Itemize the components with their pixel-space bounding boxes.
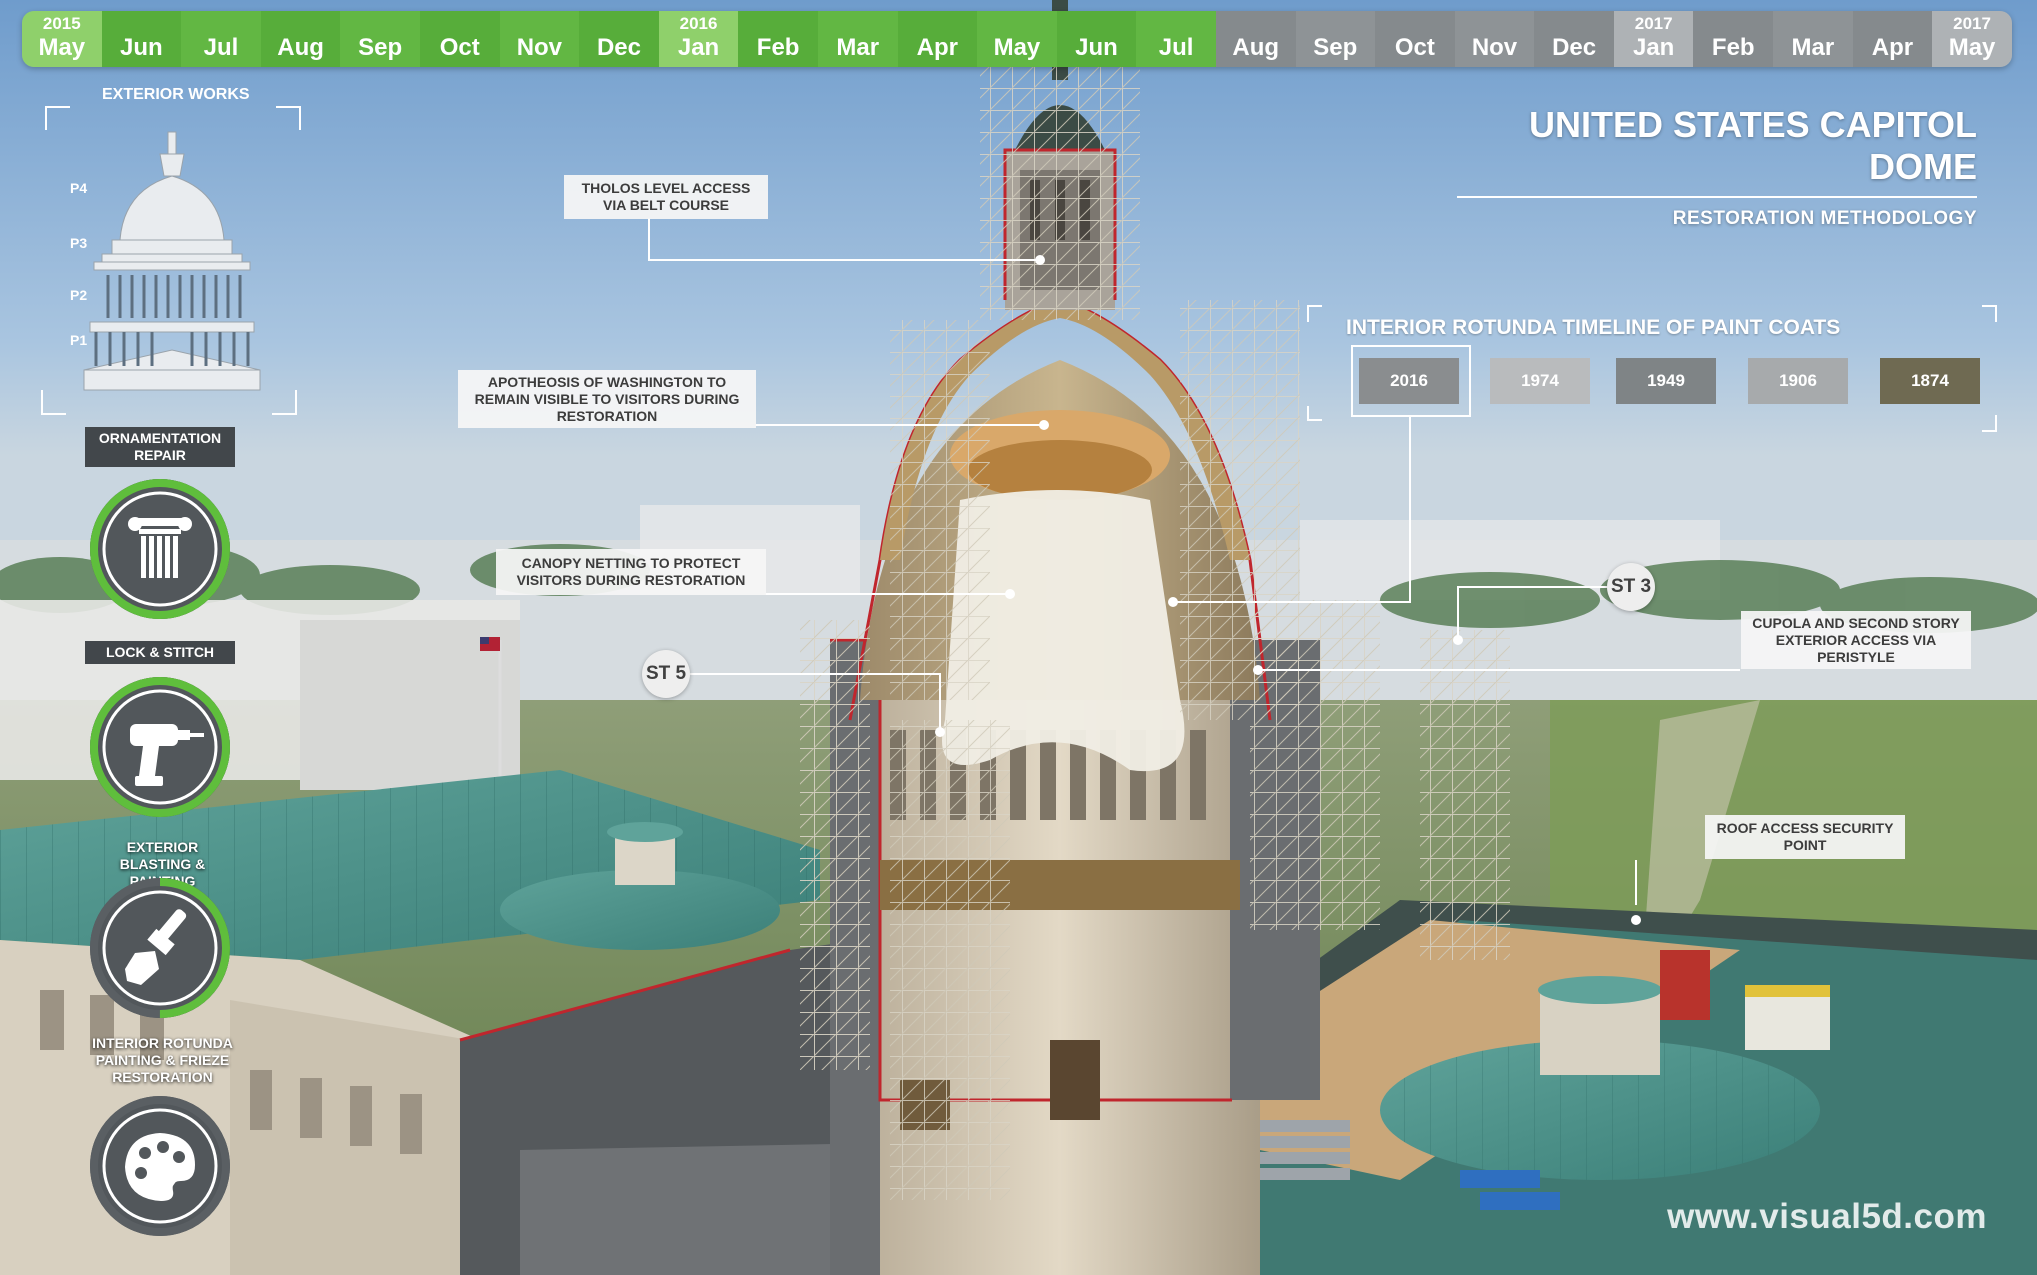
timeline-month-label: Jul <box>203 34 239 61</box>
timeline-month: 2016 Jan <box>658 11 739 67</box>
timeline-month-label: Mar <box>836 34 880 61</box>
paint-coat-swatch[interactable]: 2016 <box>1359 358 1459 404</box>
category-label-interior-rotunda: INTERIOR ROTUNDA PAINTING & FRIEZE RESTO… <box>92 1035 233 1085</box>
title-divider <box>1457 196 1977 198</box>
stair-tower-st5-badge: ST 5 <box>642 650 690 698</box>
timeline-month-label: Jul <box>1158 34 1194 61</box>
timeline-month: Jul <box>181 11 261 67</box>
timeline-month: Sep <box>1295 11 1376 67</box>
timeline-month-label: Apr <box>1871 34 1914 61</box>
timeline-year-label: 2017 <box>1953 14 1991 33</box>
timeline-month-label: Sep <box>1313 34 1358 61</box>
timeline-month: Aug <box>260 11 341 67</box>
timeline-month-label: Jun <box>1075 34 1118 61</box>
paint-coat-swatch[interactable]: 1949 <box>1616 358 1716 404</box>
timeline-month-label: Jan <box>1632 34 1675 61</box>
lock-stitch-progress-ring <box>90 677 230 817</box>
watermark: www.visual5d.com <box>1667 1197 1987 1236</box>
timeline-month: Oct <box>1375 11 1455 67</box>
timeline-month: Jun <box>1056 11 1137 67</box>
timeline-month-label: Apr <box>916 34 958 61</box>
timeline-month: Nov <box>499 11 580 67</box>
timeline-month: Nov <box>1454 11 1535 67</box>
timeline-month-label: May <box>993 34 1041 61</box>
level-label: P1 <box>70 332 88 348</box>
timeline-month: Apr <box>897 11 978 67</box>
timeline-month: Apr <box>1852 11 1933 67</box>
ornamentation-progress-ring <box>90 479 230 619</box>
page-title: UNITED STATES CAPITOL DOME <box>1528 104 1977 187</box>
callout-apotheosis: APOTHEOSIS OF WASHINGTON TO REMAIN VISIB… <box>458 370 756 428</box>
timeline-month-label: Mar <box>1791 34 1835 61</box>
timeline-year-label: 2017 <box>1634 14 1673 33</box>
timeline-month: Sep <box>340 11 420 67</box>
level-label: P4 <box>70 180 88 196</box>
timeline-month: May <box>977 11 1057 67</box>
timeline-month: Feb <box>1693 11 1774 67</box>
level-label: P2 <box>70 287 88 303</box>
stair-tower-st3-badge: ST 3 <box>1607 563 1655 611</box>
timeline-month-label: Dec <box>1552 34 1597 61</box>
exterior-blasting-progress-ring <box>90 878 230 1018</box>
interior-rotunda-progress-ring <box>90 1096 230 1236</box>
timeline-month-label: Jun <box>120 34 163 61</box>
timeline-year-label: 2016 <box>679 14 718 33</box>
category-label-ornamentation: ORNAMENTATION REPAIR <box>85 427 235 467</box>
exterior-works-title: EXTERIOR WORKS <box>102 86 250 103</box>
timeline-month-label: Dec <box>596 34 641 61</box>
timeline-month: Mar <box>1773 11 1853 67</box>
timeline-month-label: Jan <box>677 34 720 61</box>
timeline-month-label: Oct <box>1394 34 1435 61</box>
timeline-month: Feb <box>738 11 818 67</box>
project-timeline: 2015 May Jun Jul Aug Sep Oct Nov Dec 2016 Jan Feb Ma… <box>22 11 2012 67</box>
timeline-month: 2017 Jan <box>1613 11 1694 67</box>
paint-coat-swatch[interactable]: 1974 <box>1490 358 1590 404</box>
timeline-month: 2017 May <box>1932 11 2012 67</box>
page-subtitle: RESTORATION METHODOLOGY <box>1672 208 1977 229</box>
timeline-month: Dec <box>579 11 659 67</box>
paint-coat-swatch[interactable]: 1874 <box>1880 358 1980 404</box>
timeline-month: 2015 May <box>22 11 102 67</box>
timeline-month-label: Aug <box>1232 34 1280 61</box>
category-label-lock-stitch: LOCK & STITCH <box>85 641 235 664</box>
timeline-month: Jul <box>1136 11 1216 67</box>
timeline-month-label: Sep <box>358 34 403 61</box>
timeline-month: Jun <box>101 11 182 67</box>
paint-coat-swatch[interactable]: 1906 <box>1748 358 1848 404</box>
callout-roof-access: ROOF ACCESS SECURITY POINT <box>1705 815 1905 859</box>
callout-tholos-access: THOLOS LEVEL ACCESS VIA BELT COURSE <box>564 175 768 219</box>
paint-timeline-title: INTERIOR ROTUNDA TIMELINE OF PAINT COATS <box>1346 316 1841 339</box>
timeline-month-label: May <box>38 34 86 61</box>
timeline-month-label: Oct <box>439 34 480 61</box>
timeline-month-label: Nov <box>1471 34 1518 61</box>
timeline-month-label: Feb <box>756 34 800 61</box>
timeline-month: Mar <box>817 11 898 67</box>
timeline-month: Oct <box>419 11 500 67</box>
timeline-month: Dec <box>1534 11 1614 67</box>
timeline-year-label: 2015 <box>42 14 81 33</box>
timeline-month-label: Feb <box>1711 34 1755 61</box>
callout-cupola-access: CUPOLA AND SECOND STORY EXTERIOR ACCESS … <box>1741 611 1971 669</box>
level-label: P3 <box>70 235 88 251</box>
timeline-month-label: Aug <box>277 34 324 61</box>
timeline-month-label: May <box>1948 34 1996 61</box>
timeline-month-label: Nov <box>516 34 563 61</box>
callout-canopy-netting: CANOPY NETTING TO PROTECT VISITORS DURIN… <box>496 549 766 595</box>
title-block: UNITED STATES CAPITOL DOME RESTORATION M… <box>1457 104 1977 230</box>
timeline-month: Aug <box>1215 11 1296 67</box>
